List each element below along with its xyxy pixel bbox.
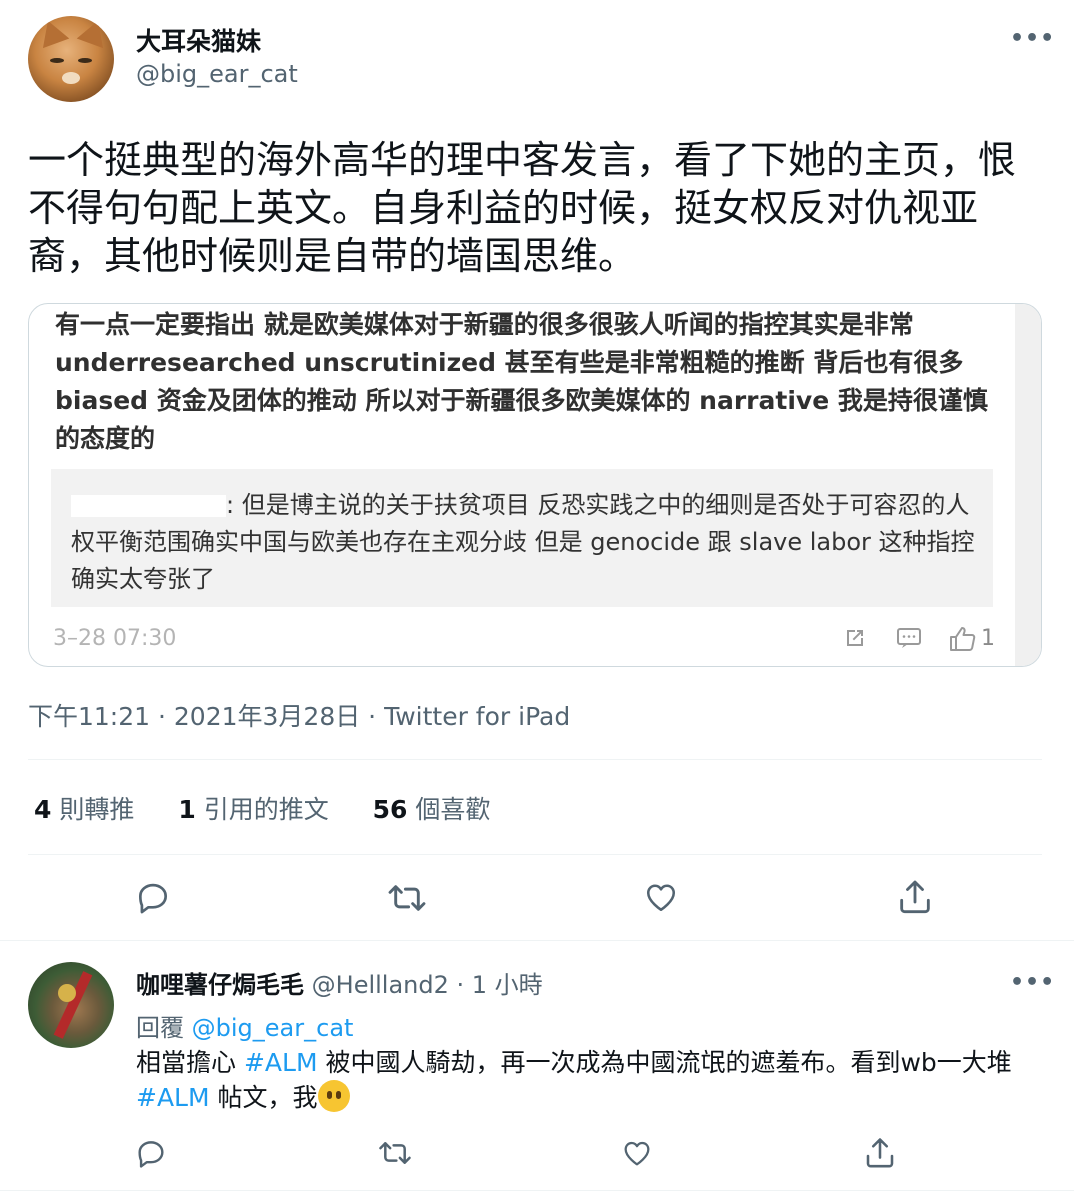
divider [28, 854, 1042, 855]
tweet-timestamp[interactable]: 下午11:21 · 2021年3月28日 · Twitter for iPad [28, 697, 570, 733]
more-options-icon[interactable]: ••• [1010, 970, 1055, 995]
likes-stat[interactable]: 56 個喜歡 [373, 795, 491, 824]
divider [0, 1190, 1074, 1191]
share-icon [843, 626, 867, 654]
replying-to: 回覆 @big_ear_cat [136, 1014, 354, 1042]
thumbs-up-icon [948, 626, 976, 656]
redacted-name [71, 495, 226, 517]
reply-header: 咖哩薯仔焗毛毛 @Hellland2 · 1 小時 [136, 965, 543, 1000]
mention-link[interactable]: @big_ear_cat [192, 1014, 354, 1042]
user-handle-time[interactable]: @Hellland2 · 1 小時 [312, 971, 543, 999]
tweet-image[interactable]: 有一点一定要指出 就是欧美媒体对于新疆的很多很骇人听闻的指控其实是非常 unde… [28, 303, 1042, 667]
avatar[interactable] [28, 962, 114, 1048]
image-reply-box: : 但是博主说的关于扶贫项目 反恐实践之中的细则是否处于可容忍的人权平衡范围确实… [51, 469, 993, 607]
share-icon[interactable] [895, 877, 935, 917]
hashtag-link[interactable]: #ALM [244, 1048, 318, 1077]
more-options-icon[interactable]: ••• [1010, 26, 1055, 51]
image-edge [1015, 304, 1041, 666]
retweet-icon[interactable] [386, 878, 428, 918]
image-like-count: 1 [981, 626, 995, 651]
reply-icon[interactable] [134, 1136, 168, 1170]
share-icon[interactable] [862, 1135, 898, 1171]
like-icon[interactable] [620, 1137, 654, 1169]
no-mouth-emoji-icon [317, 1080, 350, 1112]
reply-text: 相當擔心 #ALM 被中國人騎劫，再一次成為中國流氓的遮羞布。看到wb一大堆 #… [136, 1048, 1012, 1112]
display-name[interactable]: 咖哩薯仔焗毛毛 [136, 971, 304, 999]
quotes-stat[interactable]: 1 引用的推文 [178, 795, 328, 824]
divider [0, 940, 1074, 941]
avatar[interactable] [28, 16, 114, 102]
tweet-stats: 4 則轉推 1 引用的推文 56 個喜歡 [34, 790, 490, 826]
comment-icon [896, 626, 922, 654]
retweets-stat[interactable]: 4 則轉推 [34, 795, 134, 824]
retweet-icon[interactable] [377, 1136, 413, 1170]
user-handle[interactable]: @big_ear_cat [136, 60, 298, 88]
reply-icon[interactable] [134, 878, 172, 916]
display-name[interactable]: 大耳朵猫妹 [136, 22, 261, 58]
like-icon[interactable] [642, 879, 680, 915]
image-timestamp: 3–28 07:30 [53, 626, 177, 651]
image-main-text: 有一点一定要指出 就是欧美媒体对于新疆的很多很骇人听闻的指控其实是非常 unde… [55, 310, 988, 453]
hashtag-link[interactable]: #ALM [136, 1083, 210, 1112]
tweet-text: 一个挺典型的海外高华的理中客发言，看了下她的主页，恨不得句句配上英文。自身利益的… [28, 138, 1017, 278]
divider [28, 759, 1042, 760]
